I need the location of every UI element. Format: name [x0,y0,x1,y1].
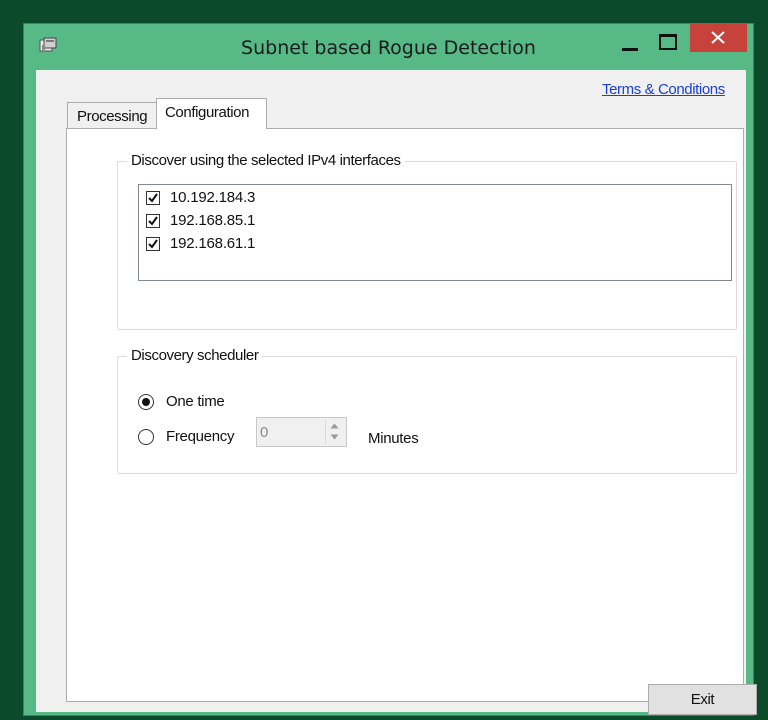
one-time-label: One time [166,393,225,410]
checkmark-icon [148,239,158,249]
interfaces-group: Discover using the selected IPv4 interfa… [117,152,737,330]
checkmark-icon [148,193,158,203]
interface-checkbox[interactable] [146,191,160,205]
terms-conditions-link[interactable]: Terms & Conditions [602,81,725,98]
interface-label: 192.168.61.1 [170,235,256,252]
minutes-label: Minutes [368,430,419,447]
checkmark-icon [148,216,158,226]
scheduler-group-legend: Discovery scheduler [127,347,263,364]
scheduler-group: Discovery scheduler One time Frequency 0 [117,347,737,474]
maximize-icon[interactable] [653,32,681,56]
interface-checkbox[interactable] [146,214,160,228]
frequency-radio[interactable] [138,429,154,445]
frequency-label: Frequency [166,428,235,445]
minimize-icon[interactable] [617,32,645,56]
tab-configuration[interactable]: Configuration [156,98,267,129]
close-button[interactable] [690,24,747,52]
interface-label: 192.168.85.1 [170,212,256,229]
title-bar[interactable]: Subnet based Rogue Detection [24,24,753,70]
tab-processing[interactable]: Processing [67,102,159,128]
one-time-radio[interactable] [138,394,154,410]
frequency-stepper[interactable]: 0 [256,417,347,447]
close-icon [711,31,725,44]
stepper-arrows[interactable] [325,420,344,444]
client-area: Terms & Conditions Processing Configurat… [36,70,757,715]
spin-down-icon[interactable] [330,434,339,440]
app-window: Subnet based Rogue Detection Terms & Con… [23,23,757,716]
spin-up-icon[interactable] [330,423,339,429]
interface-label: 10.192.184.3 [170,189,256,206]
interfaces-group-legend: Discover using the selected IPv4 interfa… [127,152,405,169]
frequency-value: 0 [260,424,269,441]
interface-checkbox[interactable] [146,237,160,251]
exit-button[interactable]: Exit [648,684,757,715]
configuration-panel: Discover using the selected IPv4 interfa… [66,128,744,702]
interfaces-checklist[interactable]: 10.192.184.3 192.168.85.1 192.168.61.1 [138,184,732,281]
